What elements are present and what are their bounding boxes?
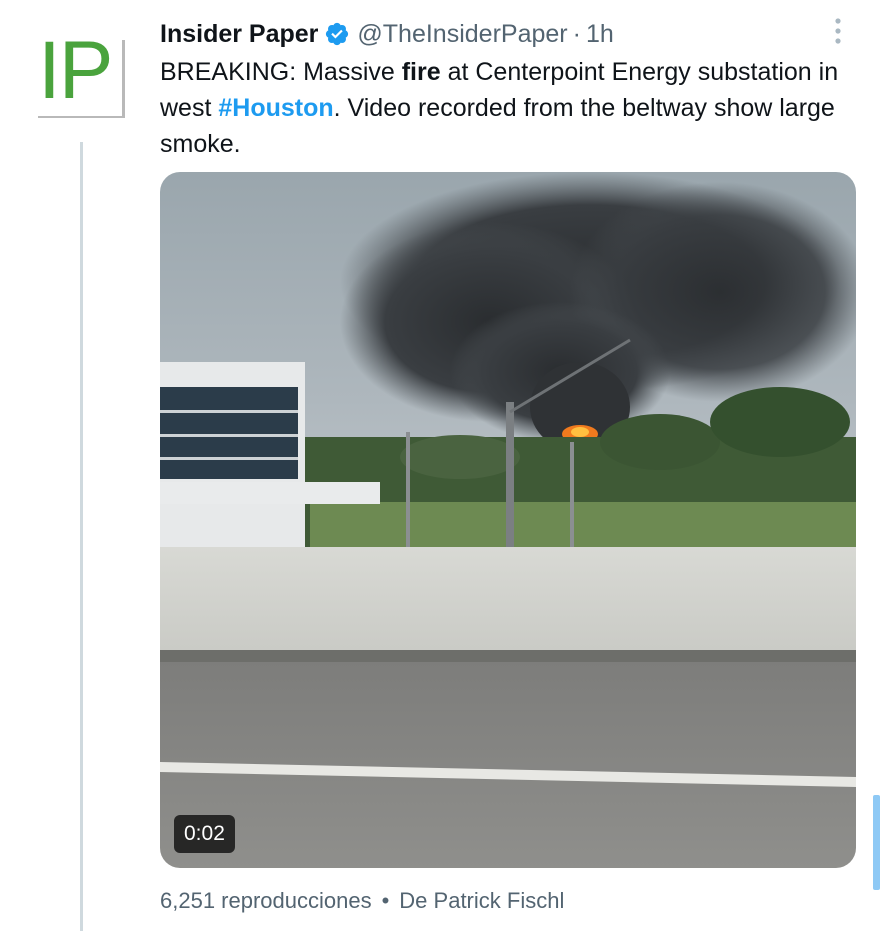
video-duration-badge: 0:02 xyxy=(174,815,235,853)
tweet-text-bold: fire xyxy=(401,58,441,86)
tweet-timestamp[interactable]: 1h xyxy=(586,20,614,49)
video-meta: 6,251 reproducciones • De Patrick Fischl xyxy=(160,888,564,914)
scrollbar-thumb[interactable] xyxy=(873,795,880,890)
hashtag-link[interactable]: #Houston xyxy=(218,94,333,122)
display-name[interactable]: Insider Paper xyxy=(160,20,318,49)
avatar[interactable]: IP xyxy=(38,30,128,120)
view-count: 6,251 reproducciones xyxy=(160,888,372,913)
verified-badge-icon xyxy=(324,21,350,47)
video-thumbnail xyxy=(160,172,856,868)
user-handle[interactable]: @TheInsiderPaper xyxy=(357,20,567,49)
video-player[interactable] xyxy=(160,172,856,868)
meta-separator: • xyxy=(381,888,390,913)
video-credit-link[interactable]: De Patrick Fischl xyxy=(399,888,564,913)
more-vertical-icon[interactable] xyxy=(828,16,848,46)
avatar-logo-underline xyxy=(38,116,124,118)
header-separator: · xyxy=(572,19,581,48)
tweet-text-part: BREAKING: Massive xyxy=(160,58,402,86)
thread-line xyxy=(80,142,83,931)
avatar-logo-bar xyxy=(122,40,125,118)
avatar-logo-text: IP xyxy=(38,25,113,116)
tweet-text: BREAKING: Massive fire at Centerpoint En… xyxy=(160,54,850,162)
tweet-header: Insider Paper @TheInsiderPaper · 1h xyxy=(160,18,614,50)
